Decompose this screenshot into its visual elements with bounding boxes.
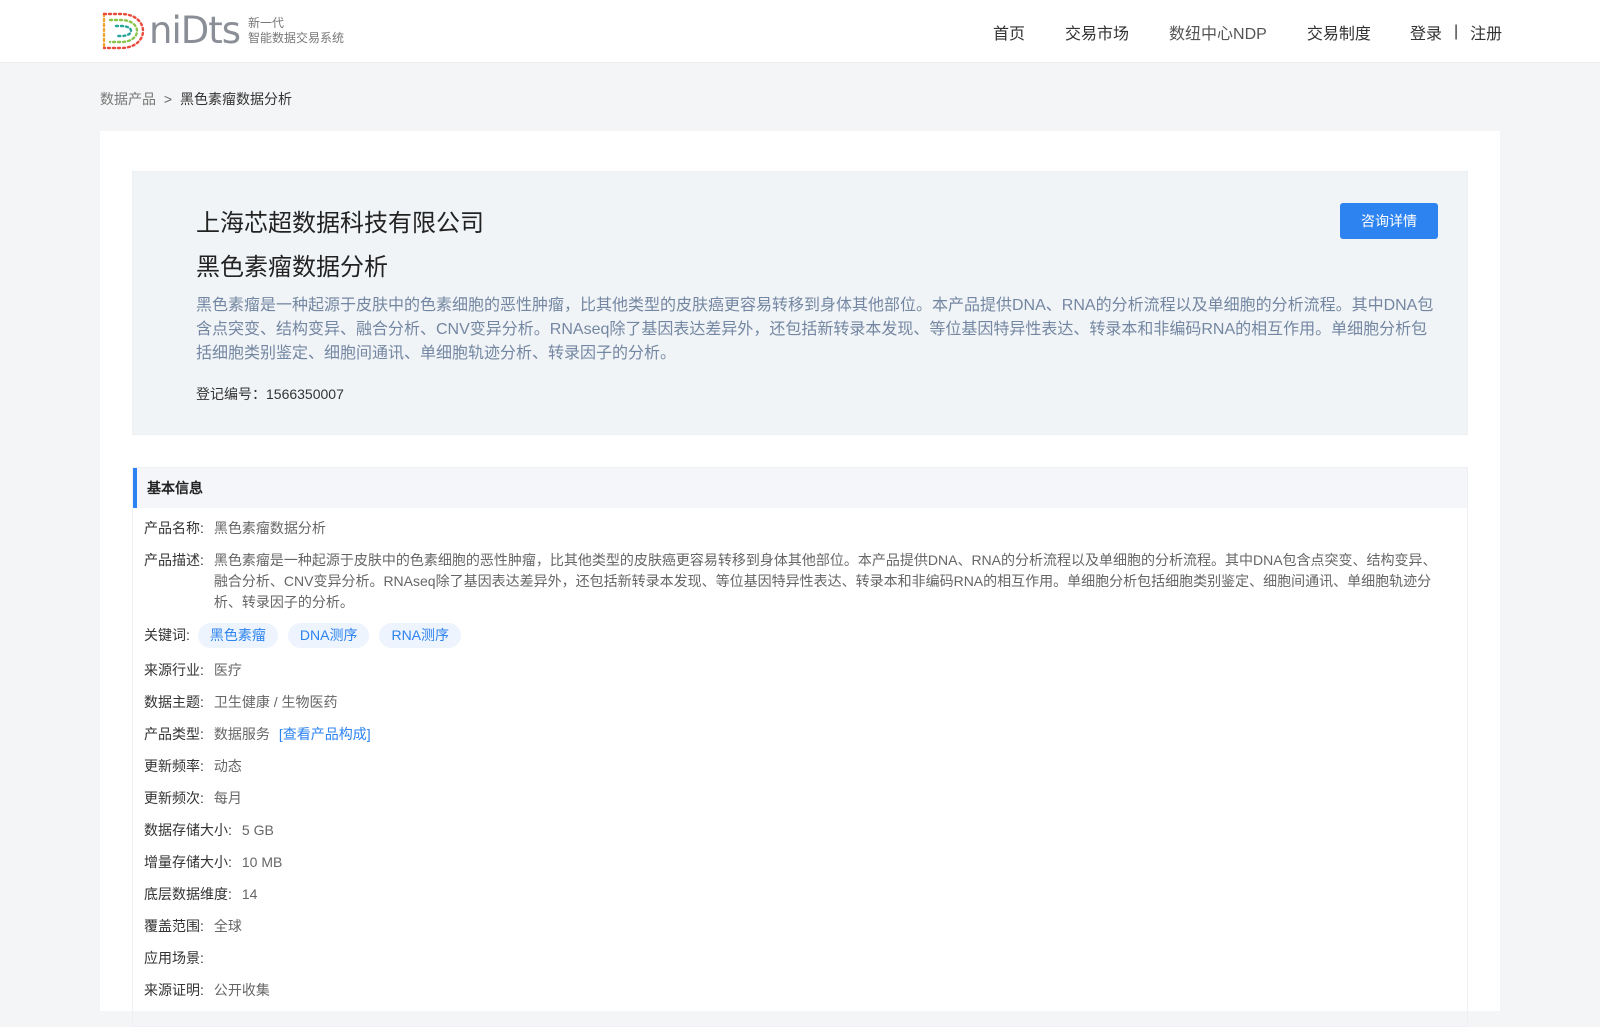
site-logo[interactable]: niDts 新一代 智能数据交易系统 xyxy=(99,11,344,51)
basic-info-section: 基本信息 产品名称: 黑色素瘤数据分析 产品描述: 黑色素瘤是一种起源于皮肤中的… xyxy=(132,467,1468,1027)
info-row-storage: 数据存储大小: 5 GB xyxy=(133,820,1467,840)
nav-home[interactable]: 首页 xyxy=(993,20,1025,44)
info-label: 更新频率: xyxy=(144,758,204,774)
breadcrumb-separator: > xyxy=(163,91,173,107)
registration-number: 登记编号：1566350007 xyxy=(196,386,344,402)
keyword-tags: 黑色素瘤 DNA测序 RNA测序 xyxy=(197,623,471,648)
info-row-description: 产品描述: 黑色素瘤是一种起源于皮肤中的色素细胞的恶性肿瘤，比其他类型的皮肤癌更… xyxy=(133,550,1467,613)
nav-rules[interactable]: 交易制度 xyxy=(1307,20,1371,44)
login-link[interactable]: 登录 xyxy=(1410,20,1442,44)
info-label: 来源行业: xyxy=(144,662,204,678)
info-row-type: 产品类型: 数据服务 [查看产品构成] xyxy=(133,724,1467,744)
info-value: 14 xyxy=(241,886,258,902)
info-row-frequency: 更新频率: 动态 xyxy=(133,756,1467,776)
info-row-scenario: 应用场景: xyxy=(133,948,1467,968)
product-title: 黑色素瘤数据分析 xyxy=(196,254,388,281)
main-nav: 首页 交易市场 数纽中心NDP 交易制度 xyxy=(993,0,1411,63)
info-row-name: 产品名称: 黑色素瘤数据分析 xyxy=(133,518,1467,538)
info-label: 应用场景: xyxy=(144,950,204,966)
info-label: 更新频次: xyxy=(144,790,204,806)
logo-tagline-line2: 智能数据交易系统 xyxy=(248,31,345,45)
info-row-industry: 来源行业: 医疗 xyxy=(133,660,1467,680)
view-composition-link[interactable]: [查看产品构成] xyxy=(279,724,371,744)
product-summary: 黑色素瘤是一种起源于皮肤中的色素细胞的恶性肿瘤，比其他类型的皮肤癌更容易转移到身… xyxy=(196,297,1434,362)
auth-separator: | xyxy=(1454,22,1459,40)
info-label: 来源证明: xyxy=(144,982,204,998)
keyword-tag[interactable]: RNA测序 xyxy=(379,623,462,648)
top-header: niDts 新一代 智能数据交易系统 首页 交易市场 数纽中心NDP 交易制度 … xyxy=(0,0,1600,63)
nav-market[interactable]: 交易市场 xyxy=(1065,20,1129,44)
keyword-tag[interactable]: DNA测序 xyxy=(287,623,370,648)
info-row-keywords: 关键词: 黑色素瘤 DNA测序 RNA测序 xyxy=(133,623,1467,648)
info-value: 每月 xyxy=(213,790,242,806)
info-label: 产品类型: xyxy=(144,726,204,742)
info-row-coverage: 覆盖范围: 全球 xyxy=(133,916,1467,936)
info-value: 全球 xyxy=(213,918,242,934)
info-label: 数据存储大小: xyxy=(144,822,232,838)
info-label: 覆盖范围: xyxy=(144,918,204,934)
register-link[interactable]: 注册 xyxy=(1470,20,1502,44)
section-title: 基本信息 xyxy=(133,468,1467,508)
product-detail-card: 上海芯超数据科技有限公司 黑色素瘤数据分析 黑色素瘤是一种起源于皮肤中的色素细胞… xyxy=(100,131,1500,1027)
logo-wordmark: niDts xyxy=(149,9,241,52)
breadcrumb-parent[interactable]: 数据产品 xyxy=(100,91,156,107)
info-label: 增量存储大小: xyxy=(144,854,232,870)
info-row-increment: 增量存储大小: 10 MB xyxy=(133,852,1467,872)
info-row-proof: 来源证明: 公开收集 xyxy=(133,980,1467,1000)
info-value: 公开收集 xyxy=(213,982,270,998)
company-name: 上海芯超数据科技有限公司 xyxy=(196,210,484,237)
breadcrumb-current: 黑色素瘤数据分析 xyxy=(179,91,292,107)
info-value: 数据服务 xyxy=(213,726,270,742)
info-value: 医疗 xyxy=(213,662,242,678)
info-label: 底层数据维度: xyxy=(144,886,232,902)
keyword-tag[interactable]: 黑色素瘤 xyxy=(197,623,278,648)
info-label: 关键词: xyxy=(144,627,190,643)
logo-tagline-line1: 新一代 xyxy=(248,16,285,30)
info-value: 动态 xyxy=(213,758,242,774)
info-row-dimension: 底层数据维度: 14 xyxy=(133,884,1467,904)
info-label: 产品名称: xyxy=(144,520,204,536)
info-value: 黑色素瘤是一种起源于皮肤中的色素细胞的恶性肿瘤，比其他类型的皮肤癌更容易转移到身… xyxy=(213,552,1437,610)
info-value: 卫生健康 / 生物医药 xyxy=(213,694,338,710)
info-value: 黑色素瘤数据分析 xyxy=(213,520,326,536)
info-value: 5 GB xyxy=(241,822,274,838)
info-value: 10 MB xyxy=(241,854,283,870)
info-label: 产品描述: xyxy=(144,552,204,568)
breadcrumb: 数据产品 > 黑色素瘤数据分析 xyxy=(100,89,292,109)
nav-ndp[interactable]: 数纽中心NDP xyxy=(1169,20,1267,44)
info-label: 数据主题: xyxy=(144,694,204,710)
info-row-theme: 数据主题: 卫生健康 / 生物医药 xyxy=(133,692,1467,712)
product-hero: 上海芯超数据科技有限公司 黑色素瘤数据分析 黑色素瘤是一种起源于皮肤中的色素细胞… xyxy=(132,171,1468,435)
logo-tagline: 新一代 智能数据交易系统 xyxy=(248,16,344,46)
logo-mark-icon xyxy=(102,12,145,50)
consult-button[interactable]: 咨询详情 xyxy=(1340,203,1438,239)
auth-links: 登录 | 注册 xyxy=(1410,0,1502,63)
info-row-cadence: 更新频次: 每月 xyxy=(133,788,1467,808)
